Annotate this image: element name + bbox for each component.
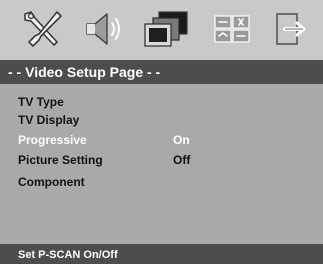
menu-item-component[interactable]: Component bbox=[0, 172, 323, 192]
menu-item-label: Picture Setting bbox=[18, 153, 103, 167]
video-setup-icon[interactable] bbox=[138, 6, 194, 52]
audio-setup-icon[interactable] bbox=[76, 6, 132, 52]
menu-item-label: Component bbox=[18, 175, 85, 189]
menu-item-picture-setting[interactable]: Picture Setting Off bbox=[0, 150, 323, 170]
menu-item-label: Progressive bbox=[18, 133, 87, 147]
menu-item-label: TV Type bbox=[18, 95, 64, 109]
menu-item-tv-type[interactable]: TV Type bbox=[0, 92, 323, 112]
general-setup-icon[interactable] bbox=[14, 6, 70, 52]
setup-icon-bar bbox=[0, 0, 323, 58]
menu-item-progressive[interactable]: Progressive On bbox=[0, 130, 323, 150]
exit-setup-icon[interactable] bbox=[262, 6, 318, 52]
dvd-setup-menu: - - Video Setup Page - - TV Type TV Disp… bbox=[0, 0, 323, 264]
menu-item-tv-display[interactable]: TV Display bbox=[0, 110, 323, 130]
preference-setup-icon[interactable] bbox=[204, 6, 260, 52]
progressive-off-option[interactable]: Off bbox=[173, 150, 190, 170]
status-hint: Set P-SCAN On/Off bbox=[0, 244, 323, 264]
settings-menu: TV Type TV Display Progressive On Pictur… bbox=[0, 84, 323, 244]
progressive-value-option[interactable]: On bbox=[173, 130, 190, 150]
menu-item-label: TV Display bbox=[18, 113, 80, 127]
page-title: - - Video Setup Page - - bbox=[0, 60, 323, 84]
